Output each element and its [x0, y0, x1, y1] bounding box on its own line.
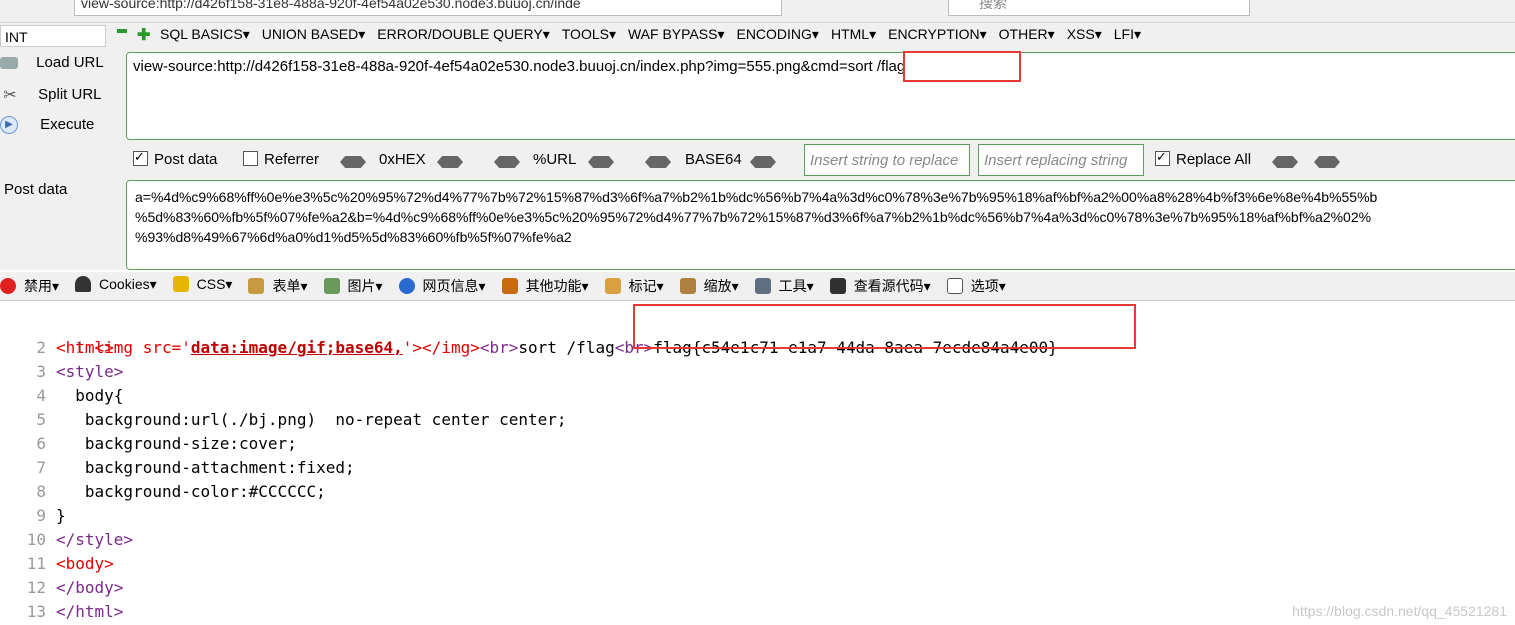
replace-arrow-icon[interactable]: [1272, 156, 1298, 168]
source-line: 4 body{: [36, 386, 124, 405]
hex-right-arrow-icon[interactable]: [437, 156, 463, 168]
menu-lfi[interactable]: LFI▾: [1114, 26, 1141, 43]
post-data-checkbox[interactable]: Post data: [133, 149, 217, 168]
monitor-icon: [829, 278, 846, 294]
hackbar-panel: Load URL ✂ Split URL ▶ Execute view-sour…: [0, 49, 1515, 270]
split-url-button[interactable]: ✂ Split URL: [0, 85, 101, 105]
post-data-value: a=%4d%c9%68%ff%0e%e3%5c%20%95%72%d4%77%7…: [135, 189, 1378, 245]
post-data-label: Post data: [4, 181, 68, 198]
options-row: Post data Referrer 0xHEX %URL BASE64 Rep…: [0, 146, 1515, 176]
load-url-button[interactable]: Load URL: [0, 54, 104, 71]
minus-icon[interactable]: [117, 29, 127, 33]
watermark: https://blog.csdn.net/qq_45521281: [1292, 603, 1507, 619]
toolbar-disable[interactable]: 禁用▾: [0, 276, 67, 296]
toolbar-resize[interactable]: 缩放▾: [679, 276, 747, 296]
source-line: 10 </style>: [26, 530, 134, 549]
marker-icon: [604, 278, 621, 294]
menu-other[interactable]: OTHER▾: [999, 26, 1055, 43]
menu-html[interactable]: HTML▾: [831, 26, 876, 43]
source-line: 3 <style>: [36, 362, 124, 381]
base64-label: BASE64: [685, 151, 742, 168]
hex-left-arrow-icon[interactable]: [340, 156, 366, 168]
menu-sql-basics[interactable]: SQL BASICS▾: [160, 26, 250, 43]
disable-icon: [0, 278, 16, 294]
url-value: view-source:http://d426f158-31e8-488a-92…: [133, 58, 906, 75]
base64-right-arrow-icon[interactable]: [750, 156, 776, 168]
browser-toolbar: view-source:http://d426f158-31e8-488a-92…: [0, 0, 1515, 23]
toolbar-tools[interactable]: 工具▾: [754, 276, 822, 296]
hex-label: 0xHEX: [379, 151, 426, 168]
hackbar-menus: SQL BASICS▾ UNION BASED▾ ERROR/DOUBLE QU…: [160, 26, 1153, 43]
wrench-icon: [754, 278, 771, 294]
replace-back-arrow-icon[interactable]: [1314, 156, 1340, 168]
replace-all-checkbox[interactable]: Replace All: [1155, 149, 1251, 168]
book-icon: [501, 278, 518, 294]
web-developer-toolbar: 禁用▾ Cookies▾ CSS▾ 表单▾ 图片▾ 网页信息▾ 其他功能▾ 标记…: [0, 272, 1515, 301]
toolbar-misc[interactable]: 其他功能▾: [501, 276, 597, 296]
data-uri-link[interactable]: data:image/gif;base64,: [191, 338, 403, 357]
toolbar-outline[interactable]: 标记▾: [604, 276, 672, 296]
menu-error-double-query[interactable]: ERROR/DOUBLE QUERY▾: [377, 26, 549, 43]
image-icon: [323, 278, 340, 294]
menu-xss[interactable]: XSS▾: [1067, 26, 1102, 43]
toolbar-forms[interactable]: 表单▾: [248, 276, 315, 296]
url-textarea[interactable]: view-source:http://d426f158-31e8-488a-92…: [126, 52, 1515, 140]
menu-encoding[interactable]: ENCODING▾: [736, 26, 818, 43]
cmd-highlight-box: [903, 51, 1021, 82]
source-line: 6 background-size:cover;: [36, 434, 297, 453]
post-data-textarea[interactable]: a=%4d%c9%68%ff%0e%e3%5c%20%95%72%d4%77%7…: [126, 180, 1515, 270]
options-icon: [946, 278, 963, 294]
source-line: 12 </body>: [26, 578, 124, 597]
play-icon: ▶: [0, 116, 18, 135]
replace-string-input[interactable]: Insert string to replace: [804, 144, 970, 176]
view-source-pane: 1 <img src='data:image/gif;base64,'></img…: [0, 302, 1515, 625]
base64-left-arrow-icon[interactable]: [645, 156, 671, 168]
search-input[interactable]: 搜索: [948, 0, 1250, 16]
load-url-icon: [0, 57, 18, 70]
plus-icon[interactable]: ✚: [137, 25, 150, 45]
address-bar[interactable]: view-source:http://d426f158-31e8-488a-92…: [74, 0, 782, 16]
toolbar-cookies[interactable]: Cookies▾: [75, 276, 165, 296]
person-icon: [75, 276, 92, 292]
flag-highlight-box: [633, 304, 1136, 349]
menu-tools[interactable]: TOOLS▾: [562, 26, 616, 43]
clipboard-icon: [248, 278, 265, 294]
url-right-arrow-icon[interactable]: [588, 156, 614, 168]
menu-union-based[interactable]: UNION BASED▾: [262, 26, 366, 43]
source-line: 8 background-color:#CCCCCC;: [36, 482, 326, 501]
info-icon: [398, 278, 415, 294]
referrer-checkbox[interactable]: Referrer: [243, 151, 319, 168]
source-line: 2 <html>: [36, 338, 114, 357]
menu-encryption[interactable]: ENCRYPTION▾: [888, 26, 987, 43]
hackbar-menubar: INT ✚ SQL BASICS▾ UNION BASED▾ ERROR/DOU…: [0, 23, 1515, 49]
resize-icon: [679, 278, 696, 294]
toolbar-options[interactable]: 选项▾: [946, 276, 1014, 296]
int-select[interactable]: INT: [0, 25, 106, 47]
toolbar-page-info[interactable]: 网页信息▾: [398, 276, 494, 296]
source-line: 5 background:url(./bj.png) no-repeat cen…: [36, 410, 567, 429]
source-line: 13 </html>: [26, 602, 124, 621]
pencil-icon: [172, 276, 189, 292]
scissors-icon: ✂: [3, 87, 17, 104]
menu-waf-bypass[interactable]: WAF BYPASS▾: [628, 26, 725, 43]
toolbar-images[interactable]: 图片▾: [323, 276, 391, 296]
toolbar-css[interactable]: CSS▾: [172, 276, 241, 296]
source-line: 9}: [36, 506, 66, 525]
source-line: 11 <body>: [26, 554, 114, 573]
url-encode-label: %URL: [533, 151, 577, 168]
source-line: 7 background-attachment:fixed;: [36, 458, 355, 477]
toolbar-view-source[interactable]: 查看源代码▾: [829, 276, 939, 296]
execute-button[interactable]: ▶ Execute: [0, 116, 94, 135]
url-left-arrow-icon[interactable]: [494, 156, 520, 168]
replacing-string-input[interactable]: Insert replacing string: [978, 144, 1144, 176]
